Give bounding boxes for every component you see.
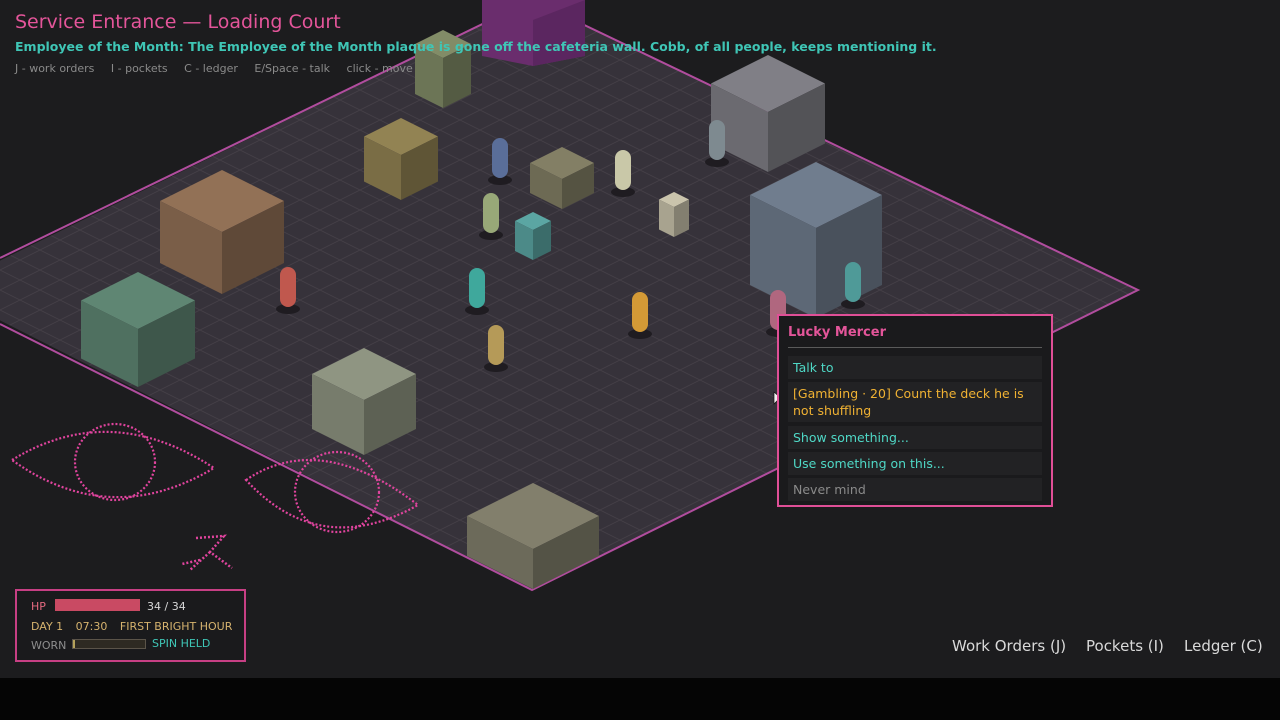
time-period: FIRST BRIGHT HOUR (119, 620, 233, 633)
worn-label: WORN (31, 639, 67, 652)
hp-label: HP (31, 600, 46, 613)
menu-divider (788, 347, 1042, 348)
location-subtitle: Employee of the Month: The Employee of t… (15, 39, 937, 54)
crate[interactable] (750, 162, 882, 318)
spin-status: SPIN HELD (152, 637, 211, 650)
option-show-something[interactable]: Show something... (788, 426, 1042, 449)
crate[interactable] (515, 212, 551, 260)
hint-pockets: I - pockets (110, 62, 168, 75)
worn-meter (72, 639, 146, 649)
hint-talk: E/Space - talk (254, 62, 331, 75)
crate[interactable] (659, 192, 689, 237)
option-gambling-check[interactable]: [Gambling · 20] Count the deck he is not… (788, 382, 1042, 422)
ledger-button[interactable]: Ledger (C) (1184, 637, 1263, 655)
hint-ledger: C - ledger (184, 62, 238, 75)
option-talk-to[interactable]: Talk to (788, 356, 1042, 379)
hp-bar (55, 599, 140, 611)
isometric-scene[interactable] (0, 0, 1280, 678)
key-hints: J - work orders I - pockets C - ledger E… (15, 62, 426, 75)
running-figure-icon (181, 534, 233, 571)
clock-time: 07:30 (75, 620, 108, 633)
hp-value: 34 / 34 (147, 600, 186, 613)
letterbox-band (0, 678, 1280, 720)
npc-context-menu: Lucky Mercer Talk to [Gambling · 20] Cou… (777, 314, 1053, 507)
day-label: DAY 1 (31, 620, 64, 633)
status-panel: HP 34 / 34 DAY 1 07:30 FIRST BRIGHT HOUR… (15, 589, 246, 662)
hint-work-orders: J - work orders (15, 62, 95, 75)
option-never-mind[interactable]: Never mind (788, 478, 1042, 501)
purple-pillar (482, 0, 585, 66)
pockets-button[interactable]: Pockets (I) (1086, 637, 1164, 655)
location-title: Service Entrance — Loading Court (15, 11, 341, 33)
npc-name: Lucky Mercer (788, 325, 886, 340)
hint-move: click - move (346, 62, 413, 75)
work-orders-button[interactable]: Work Orders (J) (952, 637, 1066, 655)
option-use-something[interactable]: Use something on this... (788, 452, 1042, 475)
